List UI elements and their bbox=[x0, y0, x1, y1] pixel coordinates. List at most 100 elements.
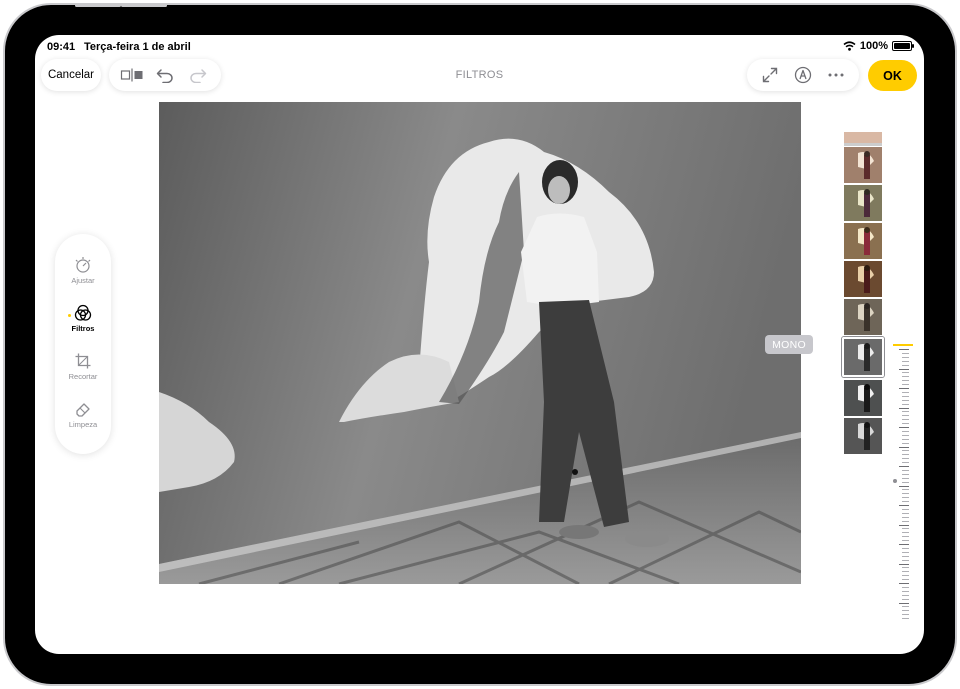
ruler-tick bbox=[902, 473, 909, 475]
ruler-tick bbox=[899, 583, 909, 584]
ruler-tick bbox=[902, 434, 909, 436]
wifi-icon bbox=[843, 41, 856, 51]
ruler-tick bbox=[902, 364, 909, 366]
filter-thumb[interactable] bbox=[844, 223, 882, 259]
ruler-tick bbox=[902, 508, 909, 510]
ruler-tick bbox=[902, 512, 909, 514]
ruler-tick bbox=[899, 563, 909, 565]
filter-thumb[interactable] bbox=[844, 147, 882, 183]
ruler-tick bbox=[899, 368, 909, 370]
ruler-tick bbox=[902, 399, 909, 401]
ruler-tick bbox=[902, 462, 909, 464]
ruler-tick bbox=[902, 551, 909, 553]
tool-cleanup[interactable]: Limpeza bbox=[55, 400, 111, 429]
tool-adjust[interactable]: Ajustar bbox=[55, 256, 111, 285]
tool-label: Limpeza bbox=[68, 420, 98, 429]
crop-icon bbox=[75, 353, 91, 369]
ruler-tick bbox=[902, 618, 909, 620]
battery-icon bbox=[892, 41, 914, 51]
ruler-tick bbox=[899, 544, 909, 545]
ruler-tick bbox=[902, 598, 909, 600]
active-indicator bbox=[68, 314, 71, 317]
tool-label: Filtros bbox=[71, 324, 95, 333]
ruler-tick bbox=[902, 559, 909, 561]
expand-button[interactable] bbox=[758, 63, 782, 87]
tool-label: Recortar bbox=[68, 372, 98, 381]
ruler-tick bbox=[902, 575, 909, 577]
ruler-tick bbox=[902, 352, 909, 354]
status-bar: 09:41 Terça-feira 1 de abril 100% bbox=[35, 35, 924, 59]
ruler-tick bbox=[902, 516, 909, 518]
ruler-tick bbox=[902, 391, 909, 393]
ruler-tick bbox=[902, 438, 909, 440]
ipad-hardware-button bbox=[121, 4, 167, 7]
ruler-tick bbox=[902, 594, 909, 596]
ruler-tick bbox=[902, 493, 909, 495]
ruler-tick bbox=[899, 524, 909, 526]
ruler-tick bbox=[902, 376, 909, 378]
ruler-tick bbox=[902, 477, 909, 479]
ruler-tick bbox=[902, 403, 909, 405]
markup-button[interactable] bbox=[791, 63, 815, 87]
ruler-tick bbox=[902, 610, 909, 612]
battery-percent: 100% bbox=[859, 40, 888, 52]
ruler-tick bbox=[902, 536, 909, 538]
ruler-tick bbox=[902, 469, 909, 471]
ruler-tick bbox=[902, 501, 909, 503]
filter-thumb-selected[interactable] bbox=[842, 337, 884, 377]
more-ellipsis-icon bbox=[828, 73, 844, 77]
expand-arrows-icon bbox=[762, 67, 777, 83]
status-time: 09:41 bbox=[47, 41, 76, 53]
ruler-tick bbox=[902, 547, 909, 549]
ipad-hardware-button bbox=[75, 4, 121, 7]
ruler-tick bbox=[902, 360, 909, 362]
ruler-tick bbox=[902, 442, 909, 444]
filter-thumb[interactable] bbox=[844, 132, 882, 146]
ruler-tick bbox=[899, 602, 909, 604]
ruler-tick bbox=[902, 571, 909, 573]
filter-thumb[interactable] bbox=[844, 299, 882, 335]
status-right: 100% bbox=[843, 40, 914, 52]
ruler-tick bbox=[899, 446, 909, 448]
ruler-tick bbox=[902, 372, 909, 374]
ruler-tick bbox=[902, 579, 909, 581]
photo-canvas[interactable] bbox=[159, 102, 801, 584]
intensity-slider[interactable] bbox=[893, 341, 917, 621]
ruler-tick bbox=[902, 532, 909, 534]
ruler-tick bbox=[899, 505, 909, 506]
ruler-tick bbox=[902, 356, 909, 358]
ruler-tick bbox=[902, 415, 909, 417]
side-tools-panel: Ajustar Filtros Recortar Limpeza bbox=[55, 234, 111, 454]
filter-thumb[interactable] bbox=[844, 185, 882, 221]
tool-filters[interactable]: Filtros bbox=[55, 304, 111, 333]
filter-strip[interactable] bbox=[842, 132, 884, 454]
filters-circles-icon bbox=[74, 304, 92, 321]
top-right-toolbar bbox=[747, 59, 859, 91]
tool-label: Ajustar bbox=[71, 276, 95, 285]
filter-thumb[interactable] bbox=[844, 380, 882, 416]
slider-handle-dot[interactable] bbox=[893, 479, 897, 483]
ruler-tick bbox=[899, 427, 909, 428]
ok-button[interactable]: OK bbox=[868, 60, 917, 91]
ruler-tick bbox=[902, 540, 909, 542]
ruler-tick bbox=[902, 590, 909, 592]
ruler-tick bbox=[902, 489, 909, 491]
more-button[interactable] bbox=[824, 63, 848, 87]
ruler-tick bbox=[902, 458, 909, 460]
slider-indicator bbox=[893, 344, 913, 346]
photo-image bbox=[159, 102, 801, 584]
filter-thumb[interactable] bbox=[844, 418, 882, 454]
tool-crop[interactable]: Recortar bbox=[55, 352, 111, 381]
filter-thumb[interactable] bbox=[844, 261, 882, 297]
ruler-tick bbox=[902, 481, 909, 483]
ruler-tick bbox=[902, 614, 909, 616]
ruler-tick bbox=[902, 419, 909, 421]
ruler-tick bbox=[902, 423, 909, 425]
ruler-tick bbox=[902, 384, 909, 386]
status-date: Terça-feira 1 de abril bbox=[84, 41, 191, 53]
ruler-tick bbox=[899, 388, 909, 389]
ruler-tick bbox=[902, 380, 909, 382]
ruler-tick bbox=[902, 567, 909, 569]
eraser-icon bbox=[76, 403, 90, 417]
ruler-tick bbox=[899, 466, 909, 467]
